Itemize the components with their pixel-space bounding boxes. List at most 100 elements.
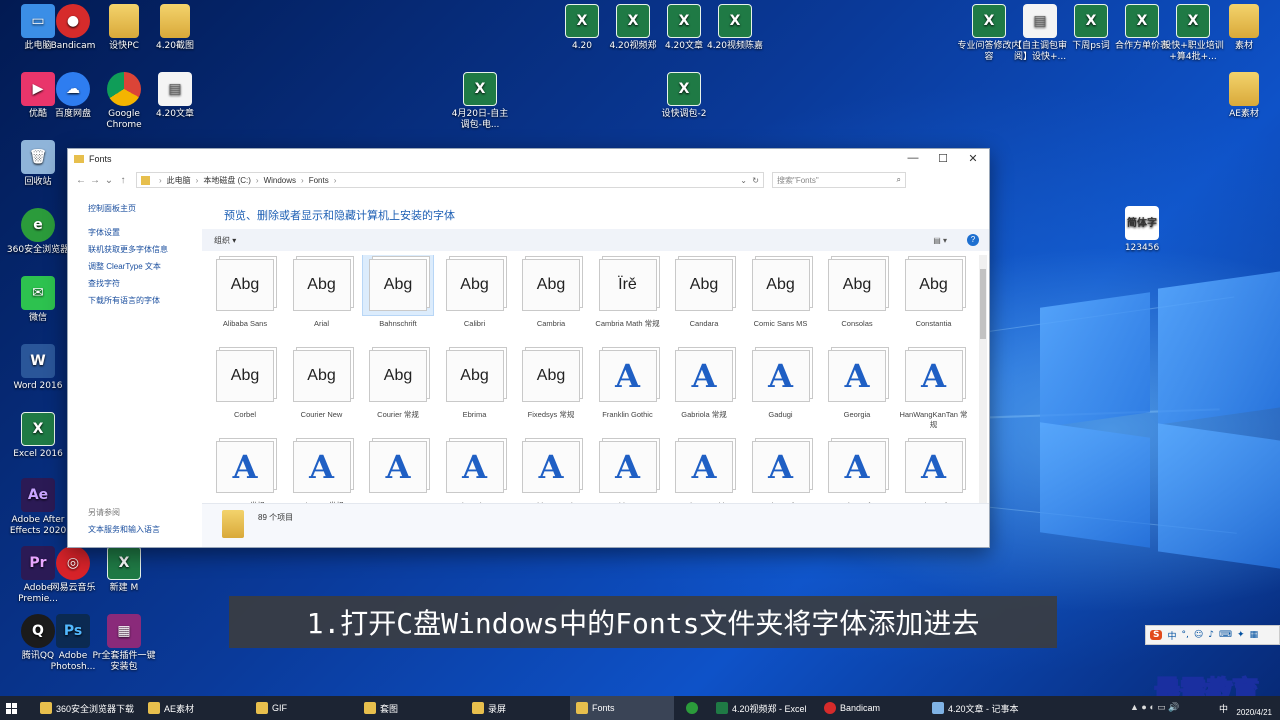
search-icon[interactable]: ⌕ xyxy=(897,175,901,185)
font-tile[interactable]: Abg Comic Sans MS xyxy=(746,255,816,329)
toolbox-icon[interactable]: ▦ xyxy=(1250,630,1259,640)
font-tile[interactable]: ALucida Sans xyxy=(593,437,663,505)
scrollbar-thumb[interactable] xyxy=(980,269,986,339)
taskbar-item[interactable]: 4.20文章 - 记事本 xyxy=(926,696,1030,720)
desktop-icon-wechat[interactable]: ✉ 微信 xyxy=(6,276,70,324)
font-settings-link[interactable]: 字体设置 xyxy=(88,227,120,238)
fonts-explorer-window: Fonts — ☐ ✕ ← → ⌄ ↑ › 此电脑 › 本地磁盘 (C:) › … xyxy=(67,148,990,548)
text-services-link[interactable]: 文本服务和输入语言 xyxy=(88,524,160,535)
back-arrow-icon[interactable]: ← xyxy=(74,175,88,186)
taskbar-item[interactable]: GIF xyxy=(250,696,356,720)
font-tile[interactable]: Abg Courier 常规 xyxy=(363,346,433,420)
get-font-info-online-link[interactable]: 联机获取更多字体信息 xyxy=(88,244,168,255)
font-tile[interactable]: Abg Constantia xyxy=(899,255,969,329)
desktop-icon-note123[interactable]: 简体字 123456 xyxy=(1110,206,1174,254)
taskbar-item[interactable] xyxy=(680,696,706,720)
mic-icon[interactable]: ♪ xyxy=(1208,630,1214,640)
font-tile[interactable]: Ïrě Cambria Math 常规 xyxy=(593,255,663,329)
window-titlebar[interactable]: Fonts — ☐ ✕ xyxy=(68,149,989,169)
minimize-button[interactable]: — xyxy=(898,152,928,164)
font-tile[interactable]: Abg Calibri xyxy=(440,255,510,329)
font-tile[interactable]: Abg Courier New xyxy=(287,346,357,420)
font-tile[interactable]: ALucida Console xyxy=(516,437,586,505)
emoji-icon[interactable]: ☺ xyxy=(1194,630,1203,640)
desktop-icon-xskdc[interactable]: X 设快调包-2 xyxy=(652,72,716,120)
taskbar-item[interactable]: Fonts xyxy=(570,696,674,720)
punctuation-icon[interactable]: °, xyxy=(1182,630,1189,640)
address-bar[interactable]: › 此电脑 › 本地磁盘 (C:) › Windows › Fonts › ⌄ … xyxy=(136,172,764,188)
desktop-icon-prplug[interactable]: ▦ Pr全套插件一键安装包 xyxy=(92,614,156,673)
vertical-scrollbar[interactable] xyxy=(979,255,987,505)
desktop-icon-xinjian[interactable]: X 新建 M xyxy=(92,546,156,594)
maximize-button[interactable]: ☐ xyxy=(928,152,958,165)
font-tile[interactable]: Abg Bahnschrift xyxy=(362,255,434,329)
desktop-icon-x420zz[interactable]: X 4月20日-自主调包-电... xyxy=(448,72,512,131)
font-tile[interactable]: AMalgun Gothic xyxy=(669,437,739,505)
font-tile[interactable]: Abg Corbel xyxy=(210,346,280,420)
taskbar-item[interactable]: 360安全浏览器下载 xyxy=(34,696,140,720)
font-tile[interactable]: A Gadugi xyxy=(746,346,816,420)
font-tile[interactable]: AMicrosoft xyxy=(822,437,892,505)
font-tile[interactable]: Abg Alibaba Sans xyxy=(210,255,280,329)
view-options-icon[interactable]: ▤ ▾ xyxy=(933,236,947,245)
font-tile[interactable]: Abg Cambria xyxy=(516,255,586,329)
forward-arrow-icon[interactable]: → xyxy=(88,175,102,186)
desktop-icon-aesucai[interactable]: AE素材 xyxy=(1212,72,1276,120)
clock[interactable]: 2020/4/21 xyxy=(1236,698,1272,718)
font-tile[interactable]: AMicrosoft xyxy=(746,437,816,505)
font-tile[interactable]: AImpact 常规 xyxy=(210,437,280,505)
font-tile[interactable]: AJavanese Text xyxy=(363,437,433,505)
taskbar-item[interactable]: 4.20视频郑 - Excel xyxy=(710,696,814,720)
address-dropdown-icon[interactable]: ⌄ xyxy=(740,176,747,185)
taskbar-item[interactable]: Bandicam xyxy=(818,696,922,720)
font-tile[interactable]: AMicrosoft xyxy=(899,437,969,505)
desktop-icon-420jietu[interactable]: 4.20截图 xyxy=(143,4,207,52)
start-windows-icon[interactable] xyxy=(0,696,30,720)
desktop-icon-x420spcj[interactable]: X 4.20视频陈嘉 xyxy=(703,4,767,52)
font-tile[interactable]: A Gabriola 常规 xyxy=(669,346,739,420)
taskbar-item[interactable]: 套图 xyxy=(358,696,464,720)
shirt-icon[interactable]: ✦ xyxy=(1237,630,1245,640)
search-box[interactable]: 搜索"Fonts" ⌕ xyxy=(772,172,906,188)
desktop-icon-sucai[interactable]: 素材 xyxy=(1212,4,1276,52)
recent-chevron-icon[interactable]: ⌄ xyxy=(102,175,116,186)
organize-button[interactable]: 组织 ▾ xyxy=(214,235,236,246)
desktop-icon-360b[interactable]: e 360安全浏览器 xyxy=(6,208,70,256)
desktop-icon-excel[interactable]: X Excel 2016 xyxy=(6,412,70,460)
font-tile[interactable]: Abg Fixedsys 常规 xyxy=(516,346,586,420)
font-preview-text: A xyxy=(538,448,564,486)
taskbar-item[interactable]: 录屏 xyxy=(466,696,572,720)
font-tile[interactable]: A Georgia xyxy=(822,346,892,420)
netease-icon: ◎ xyxy=(56,546,90,580)
font-tile[interactable]: ALeelawadee UI xyxy=(440,437,510,505)
download-language-fonts-link[interactable]: 下载所有语言的字体 xyxy=(88,295,160,306)
desktop-icon-word[interactable]: W Word 2016 xyxy=(6,344,70,392)
desktop-icon-bin[interactable]: 🗑 回收站 xyxy=(6,140,70,188)
breadcrumb-windows[interactable]: Windows xyxy=(264,176,296,185)
font-tile[interactable]: Abg Candara xyxy=(669,255,739,329)
desktop-icon-420wzdoc[interactable]: ▤ 4.20文章 xyxy=(143,72,207,120)
font-tile[interactable]: AInk Free 常规 xyxy=(287,437,357,505)
close-button[interactable]: ✕ xyxy=(958,152,988,165)
desktop-icon-ae[interactable]: Ae Adobe After Effects 2020 xyxy=(6,478,70,537)
tray-icons[interactable]: ▲ ● ◐ ▭ 🔊 xyxy=(1130,702,1180,713)
font-tile[interactable]: A HanWangKanTan 常规 xyxy=(899,346,969,430)
font-tile[interactable]: Abg Consolas xyxy=(822,255,892,329)
font-tile[interactable]: Abg Ebrima xyxy=(440,346,510,420)
control-panel-home-link[interactable]: 控制面板主页 xyxy=(88,203,136,214)
breadcrumb-pc[interactable]: 此电脑 xyxy=(167,175,191,186)
tray-ime-lang[interactable]: 中 xyxy=(1219,702,1228,715)
ime-lang[interactable]: 中 xyxy=(1167,629,1176,642)
font-tile[interactable]: Abg Arial xyxy=(287,255,357,329)
up-arrow-icon[interactable]: ↑ xyxy=(116,175,130,186)
breadcrumb-drive[interactable]: 本地磁盘 (C:) xyxy=(203,175,251,186)
find-character-link[interactable]: 查找字符 xyxy=(88,278,120,289)
refresh-icon[interactable]: ↻ xyxy=(752,176,759,185)
font-tile[interactable]: A Franklin Gothic xyxy=(593,346,663,420)
breadcrumb-fonts[interactable]: Fonts xyxy=(309,176,329,185)
ime-toolbar[interactable]: S 中 °, ☺ ♪ ⌨ ✦ ▦ xyxy=(1145,625,1280,645)
help-icon[interactable]: ? xyxy=(967,234,979,246)
keyboard-icon[interactable]: ⌨ xyxy=(1219,630,1232,640)
cleartype-link[interactable]: 调整 ClearType 文本 xyxy=(88,261,161,272)
taskbar-item[interactable]: AE素材 xyxy=(142,696,248,720)
